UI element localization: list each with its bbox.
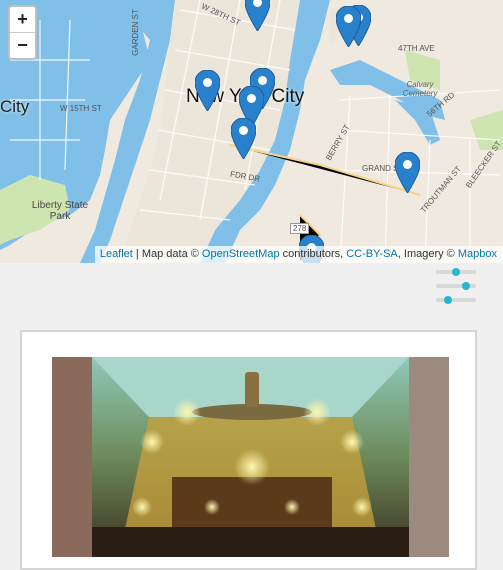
osm-link[interactable]: OpenStreetMap bbox=[202, 248, 280, 260]
leaflet-link[interactable]: Leaflet bbox=[100, 248, 133, 260]
attribution-text: contributors, bbox=[279, 248, 347, 260]
restaurant-photo bbox=[52, 357, 449, 557]
zoom-out-button[interactable]: − bbox=[10, 33, 35, 58]
cemetery-label: Calvary Cemetery bbox=[402, 80, 438, 98]
map-marker[interactable] bbox=[336, 6, 361, 47]
restaurant-card[interactable] bbox=[20, 330, 477, 570]
park-label: Liberty State Park bbox=[31, 200, 89, 222]
map-marker[interactable] bbox=[245, 0, 270, 31]
mapbox-link[interactable]: Mapbox bbox=[458, 248, 497, 260]
map-marker[interactable] bbox=[231, 118, 256, 159]
map[interactable]: W 28TH ST 47TH AVE Calvary Cemetery 56TH… bbox=[0, 0, 503, 263]
zoom-control: + − bbox=[8, 5, 37, 60]
street-label: GARDEN ST bbox=[130, 9, 140, 56]
zoom-in-button[interactable]: + bbox=[10, 7, 35, 33]
map-marker[interactable] bbox=[395, 152, 420, 193]
map-attribution: Leaflet | Map data © OpenStreetMap contr… bbox=[94, 246, 503, 263]
city-label-left: City bbox=[0, 97, 30, 116]
attribution-text: , Imagery © bbox=[397, 248, 458, 260]
sliders-icon[interactable] bbox=[436, 266, 476, 306]
highway-shield: 278 bbox=[290, 223, 310, 234]
street-label: W 15TH ST bbox=[60, 104, 102, 113]
street-label: 47TH AVE bbox=[398, 44, 435, 53]
map-marker[interactable] bbox=[195, 70, 220, 111]
license-link[interactable]: CC-BY-SA bbox=[346, 248, 398, 260]
attribution-text: | Map data © bbox=[132, 248, 202, 260]
